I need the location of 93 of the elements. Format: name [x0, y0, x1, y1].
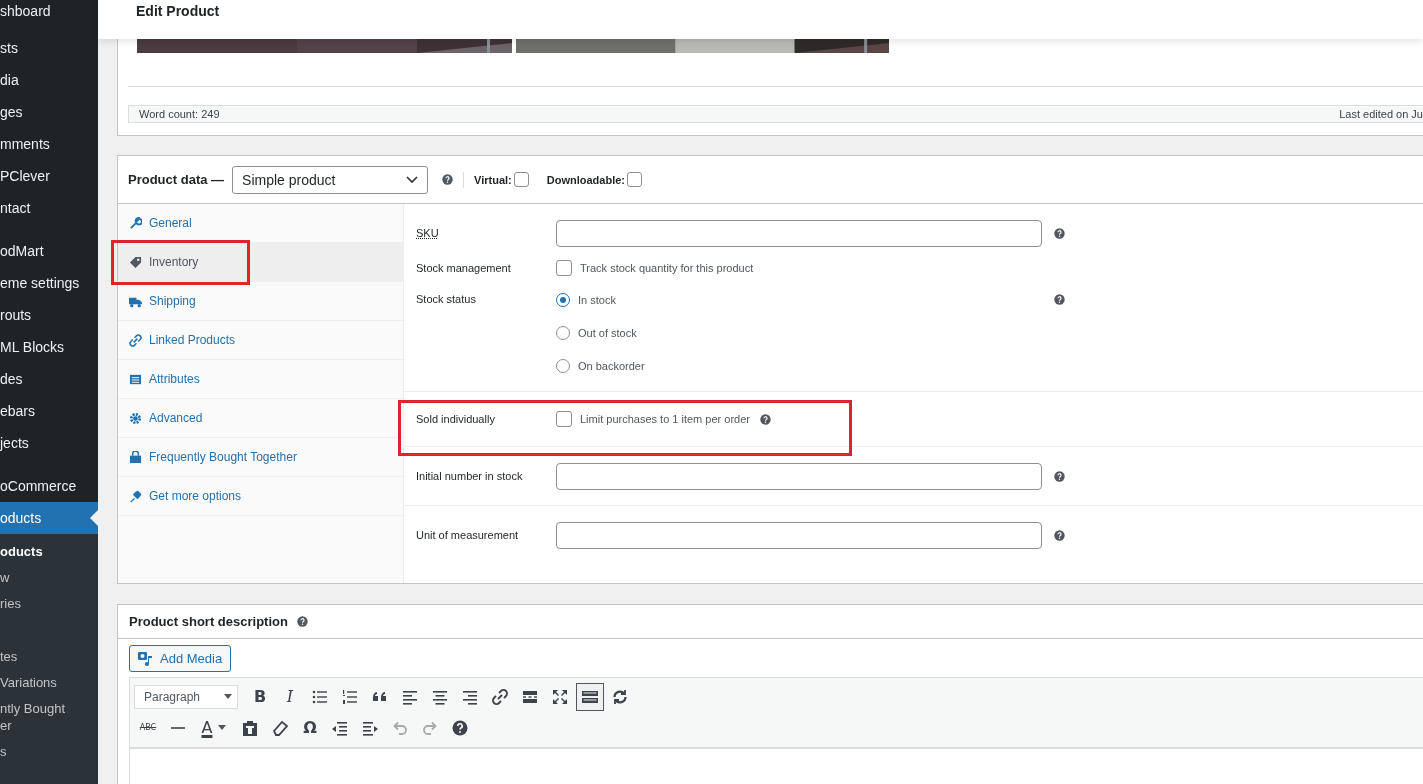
wrench-icon: [129, 216, 142, 230]
bag-icon: [129, 450, 142, 464]
field-label: SKU: [416, 227, 440, 239]
toolbar-button[interactable]: A: [194, 713, 234, 742]
help-icon[interactable]: [759, 413, 771, 425]
menu-item[interactable]: ebars: [0, 395, 98, 427]
field-label: Sold individually: [416, 413, 496, 425]
submenu-item[interactable]: w: [0, 565, 98, 591]
word-count: Word count: 249: [139, 107, 220, 122]
submenu-item[interactable]: Variations: [0, 670, 98, 696]
tab[interactable]: Shipping: [118, 282, 403, 321]
numbered-list-icon: [341, 687, 359, 706]
paste-icon: [241, 718, 259, 737]
page-title: Edit Product: [136, 3, 220, 19]
help-icon[interactable]: [1054, 529, 1065, 541]
menu-item[interactable]: oducts: [0, 502, 98, 534]
eraser-icon: [271, 718, 289, 737]
menu-item[interactable]: mments: [0, 128, 98, 160]
submenu-item[interactable]: oducts: [0, 539, 98, 565]
menu-item[interactable]: dia: [0, 64, 98, 96]
toolbar-button[interactable]: Ω: [296, 713, 324, 742]
checkbox-label: Virtual:: [474, 173, 512, 186]
submenu-item[interactable]: s: [0, 739, 98, 765]
tab[interactable]: Advanced: [118, 399, 403, 438]
help-icon[interactable]: [1054, 227, 1065, 239]
tab[interactable]: Frequently Bought Together: [118, 438, 403, 477]
menu-item[interactable]: ML Blocks: [0, 331, 98, 363]
plug-icon: [129, 489, 142, 503]
fullscreen-icon: [551, 687, 569, 706]
radio-label: In stock: [578, 293, 616, 306]
help-icon: [451, 718, 469, 737]
menu-item[interactable]: oCommerce: [0, 470, 98, 502]
help-icon[interactable]: [1054, 470, 1065, 482]
current-pointer: [90, 510, 98, 526]
tag-icon: [129, 255, 142, 269]
format-select[interactable]: Paragraph: [134, 684, 238, 709]
panel-title: Product data —: [128, 172, 225, 187]
tab[interactable]: Linked Products: [118, 321, 403, 360]
caret-icon: [224, 694, 232, 699]
toolbar-button[interactable]: I: [276, 682, 304, 711]
last-edited: Last edited on Ju: [1339, 107, 1423, 122]
submenu-item[interactable]: tes: [0, 644, 98, 670]
field-label: Unit of measurement: [416, 529, 520, 541]
checkbox-label: Downloadable:: [546, 173, 625, 186]
radio-button[interactable]: [556, 292, 570, 307]
input-field[interactable]: [556, 219, 1042, 247]
link-icon: [129, 333, 142, 347]
input-field[interactable]: [556, 462, 1042, 490]
product-type-select[interactable]: Simple product: [232, 165, 429, 194]
checkbox-label: Track stock quantity for this product: [580, 262, 754, 274]
gear-icon: [129, 411, 142, 425]
checkbox[interactable]: [556, 411, 572, 427]
radio-label: Out of stock: [578, 326, 637, 339]
radio-button[interactable]: [556, 325, 570, 340]
submenu-item[interactable]: ries: [0, 591, 98, 617]
field-label: Initial number in stock: [416, 470, 524, 482]
menu-item[interactable]: sts: [0, 32, 98, 64]
toolbar-button[interactable]: B: [246, 682, 274, 711]
media-icon: [138, 650, 154, 667]
menu-item[interactable]: des: [0, 363, 98, 395]
refresh-icon: [611, 687, 629, 706]
checkbox-label: Limit purchases to 1 item per order: [580, 413, 750, 425]
menu-item[interactable]: jects: [0, 427, 98, 459]
menu-item[interactable]: shboard: [0, 0, 98, 22]
toolbar-button[interactable]: ABC: [134, 713, 162, 742]
field-label: Stock management: [416, 262, 512, 274]
help-icon[interactable]: [296, 616, 308, 627]
link-icon: [491, 687, 509, 706]
checkbox[interactable]: [556, 260, 572, 276]
caret-icon: [218, 725, 227, 730]
menu-item[interactable]: routs: [0, 299, 98, 331]
menu-item[interactable]: ntact: [0, 192, 98, 224]
toolbar-button[interactable]: [576, 682, 604, 711]
radio-label: On backorder: [578, 359, 645, 372]
menu-item[interactable]: PClever: [0, 160, 98, 192]
checkbox[interactable]: [627, 172, 642, 187]
add-media-button[interactable]: Add Media: [129, 645, 232, 672]
horizontal-line-icon: [171, 726, 185, 729]
chevron-icon: [406, 175, 419, 184]
tab[interactable]: Get more options: [118, 477, 403, 516]
menu-item[interactable]: eme settings: [0, 267, 98, 299]
help-icon[interactable]: [442, 174, 454, 185]
radio-button[interactable]: [556, 358, 570, 373]
panel-title: Product short description: [129, 614, 288, 629]
help-icon[interactable]: [1054, 294, 1065, 305]
menu-item[interactable]: odMart: [0, 235, 98, 267]
tab[interactable]: Attributes: [118, 360, 403, 399]
list-icon: [129, 372, 142, 386]
submenu-item[interactable]: ntly Bought er: [0, 696, 98, 739]
menu-item[interactable]: ges: [0, 96, 98, 128]
input-field[interactable]: [556, 521, 1042, 549]
field-label: Stock status: [416, 292, 477, 305]
checkbox[interactable]: [513, 172, 529, 187]
